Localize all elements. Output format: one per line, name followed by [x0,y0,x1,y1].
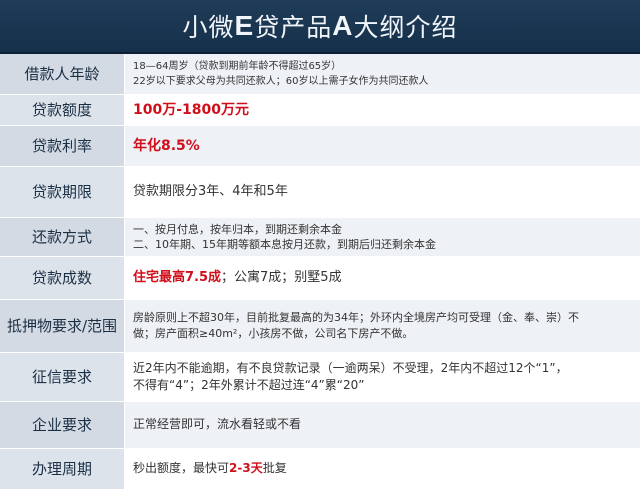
row-value: 贷款期限分3年、4年和5年 [125,167,640,217]
row-label: 征信要求 [0,353,125,401]
cycle-post: 批复 [262,461,287,476]
cycle-pre: 秒出额度，最快可 [133,461,230,476]
page-title: 小微 E 贷产品 A 大纲介绍 [0,0,640,54]
value-line: 正常经营即可，流水看轻或不看 [133,417,302,432]
title-part: 大纲介绍 [353,13,458,42]
row-value: 一、按月付息，按年归本，到期还剩余本金 二、10年期、15年期等额本息按月还款，… [125,218,640,256]
row-cycle: 办理周期 秒出额度，最快可2-3天批复 [0,449,640,490]
row-value: 房龄原则上不超30年，目前批复最高的为34年；外环内全境房产均可受理（金、奉、崇… [125,300,640,352]
value-line: 二、10年期、15年期等额本息按月还款，到期后归还剩余本金 [133,238,436,251]
row-label: 还款方式 [0,218,125,256]
value-line: 年化8.5% [133,137,200,154]
row-value: 年化8.5% [125,126,640,166]
title-part: E [234,10,255,41]
row-value: 秒出额度，最快可2-3天批复 [125,449,640,489]
value-line: 不得有“4”；2年外累计不超过连“4”累“20” [133,378,365,392]
value-line: 房龄原则上不超30年，目前批复最高的为34年；外环内全境房产均可受理（金、奉、崇… [133,310,579,324]
row-label: 贷款成数 [0,257,125,299]
row-value: 住宅最高7.5成；公寓7成；别墅5成 [125,257,640,299]
row-label: 借款人年龄 [0,54,125,94]
value-line: 贷款期限分3年、4年和5年 [133,183,288,199]
title-part: 贷产品 [254,13,333,42]
value-line: 近2年内不能逾期，有不良贷款记录（一逾两呆）不受理，2年内不超过12个“1”， [133,360,568,375]
row-company: 企业要求 正常经营即可，流水看轻或不看 [0,402,640,449]
row-label: 抵押物要求/范围 [0,300,125,352]
row-value: 近2年内不能逾期，有不良贷款记录（一逾两呆）不受理，2年内不超过12个“1”， … [125,353,640,401]
row-collateral: 抵押物要求/范围 房龄原则上不超30年，目前批复最高的为34年；外环内全境房产均… [0,300,640,353]
row-age: 借款人年龄 18—64周岁（贷款到期前年龄不得超过65岁） 22岁以下要求父母为… [0,54,640,95]
row-value: 18—64周岁（贷款到期前年龄不得超过65岁） 22岁以下要求父母为共同还款人；… [125,54,640,94]
value-line: 18—64周岁（贷款到期前年龄不得超过65岁） [133,61,342,72]
value-line: 100万-1800万元 [133,101,249,118]
row-rate: 贷款利率 年化8.5% [0,126,640,167]
row-value: 100万-1800万元 [125,95,640,125]
row-ltv: 贷款成数 住宅最高7.5成；公寓7成；别墅5成 [0,257,640,300]
row-label: 办理周期 [0,449,125,489]
title-part: A [332,10,354,41]
row-label: 贷款期限 [0,167,125,217]
value-line: 做；房产面积≥40m²，小孩房不做，公司名下房产不做。 [133,327,414,340]
row-value: 正常经营即可，流水看轻或不看 [125,402,640,448]
ltv-rest: ；公寓7成；别墅5成 [221,269,342,285]
row-repay: 还款方式 一、按月付息，按年归本，到期还剩余本金 二、10年期、15年期等额本息… [0,218,640,257]
row-label: 贷款利率 [0,126,125,166]
row-label: 贷款额度 [0,95,125,125]
value-line: 一、按月付息，按年归本，到期还剩余本金 [133,222,342,236]
ltv-highlight: 住宅最高7.5成 [133,269,222,285]
cycle-highlight: 2-3天 [229,461,263,476]
title-part: 小微 [182,13,235,42]
row-credit: 征信要求 近2年内不能逾期，有不良贷款记录（一逾两呆）不受理，2年内不超过12个… [0,353,640,402]
row-amount: 贷款额度 100万-1800万元 [0,95,640,126]
value-line: 22岁以下要求父母为共同还款人；60岁以上需子女作为共同还款人 [133,76,429,87]
row-label: 企业要求 [0,402,125,448]
row-term: 贷款期限 贷款期限分3年、4年和5年 [0,167,640,218]
product-table: 借款人年龄 18—64周岁（贷款到期前年龄不得超过65岁） 22岁以下要求父母为… [0,54,640,490]
